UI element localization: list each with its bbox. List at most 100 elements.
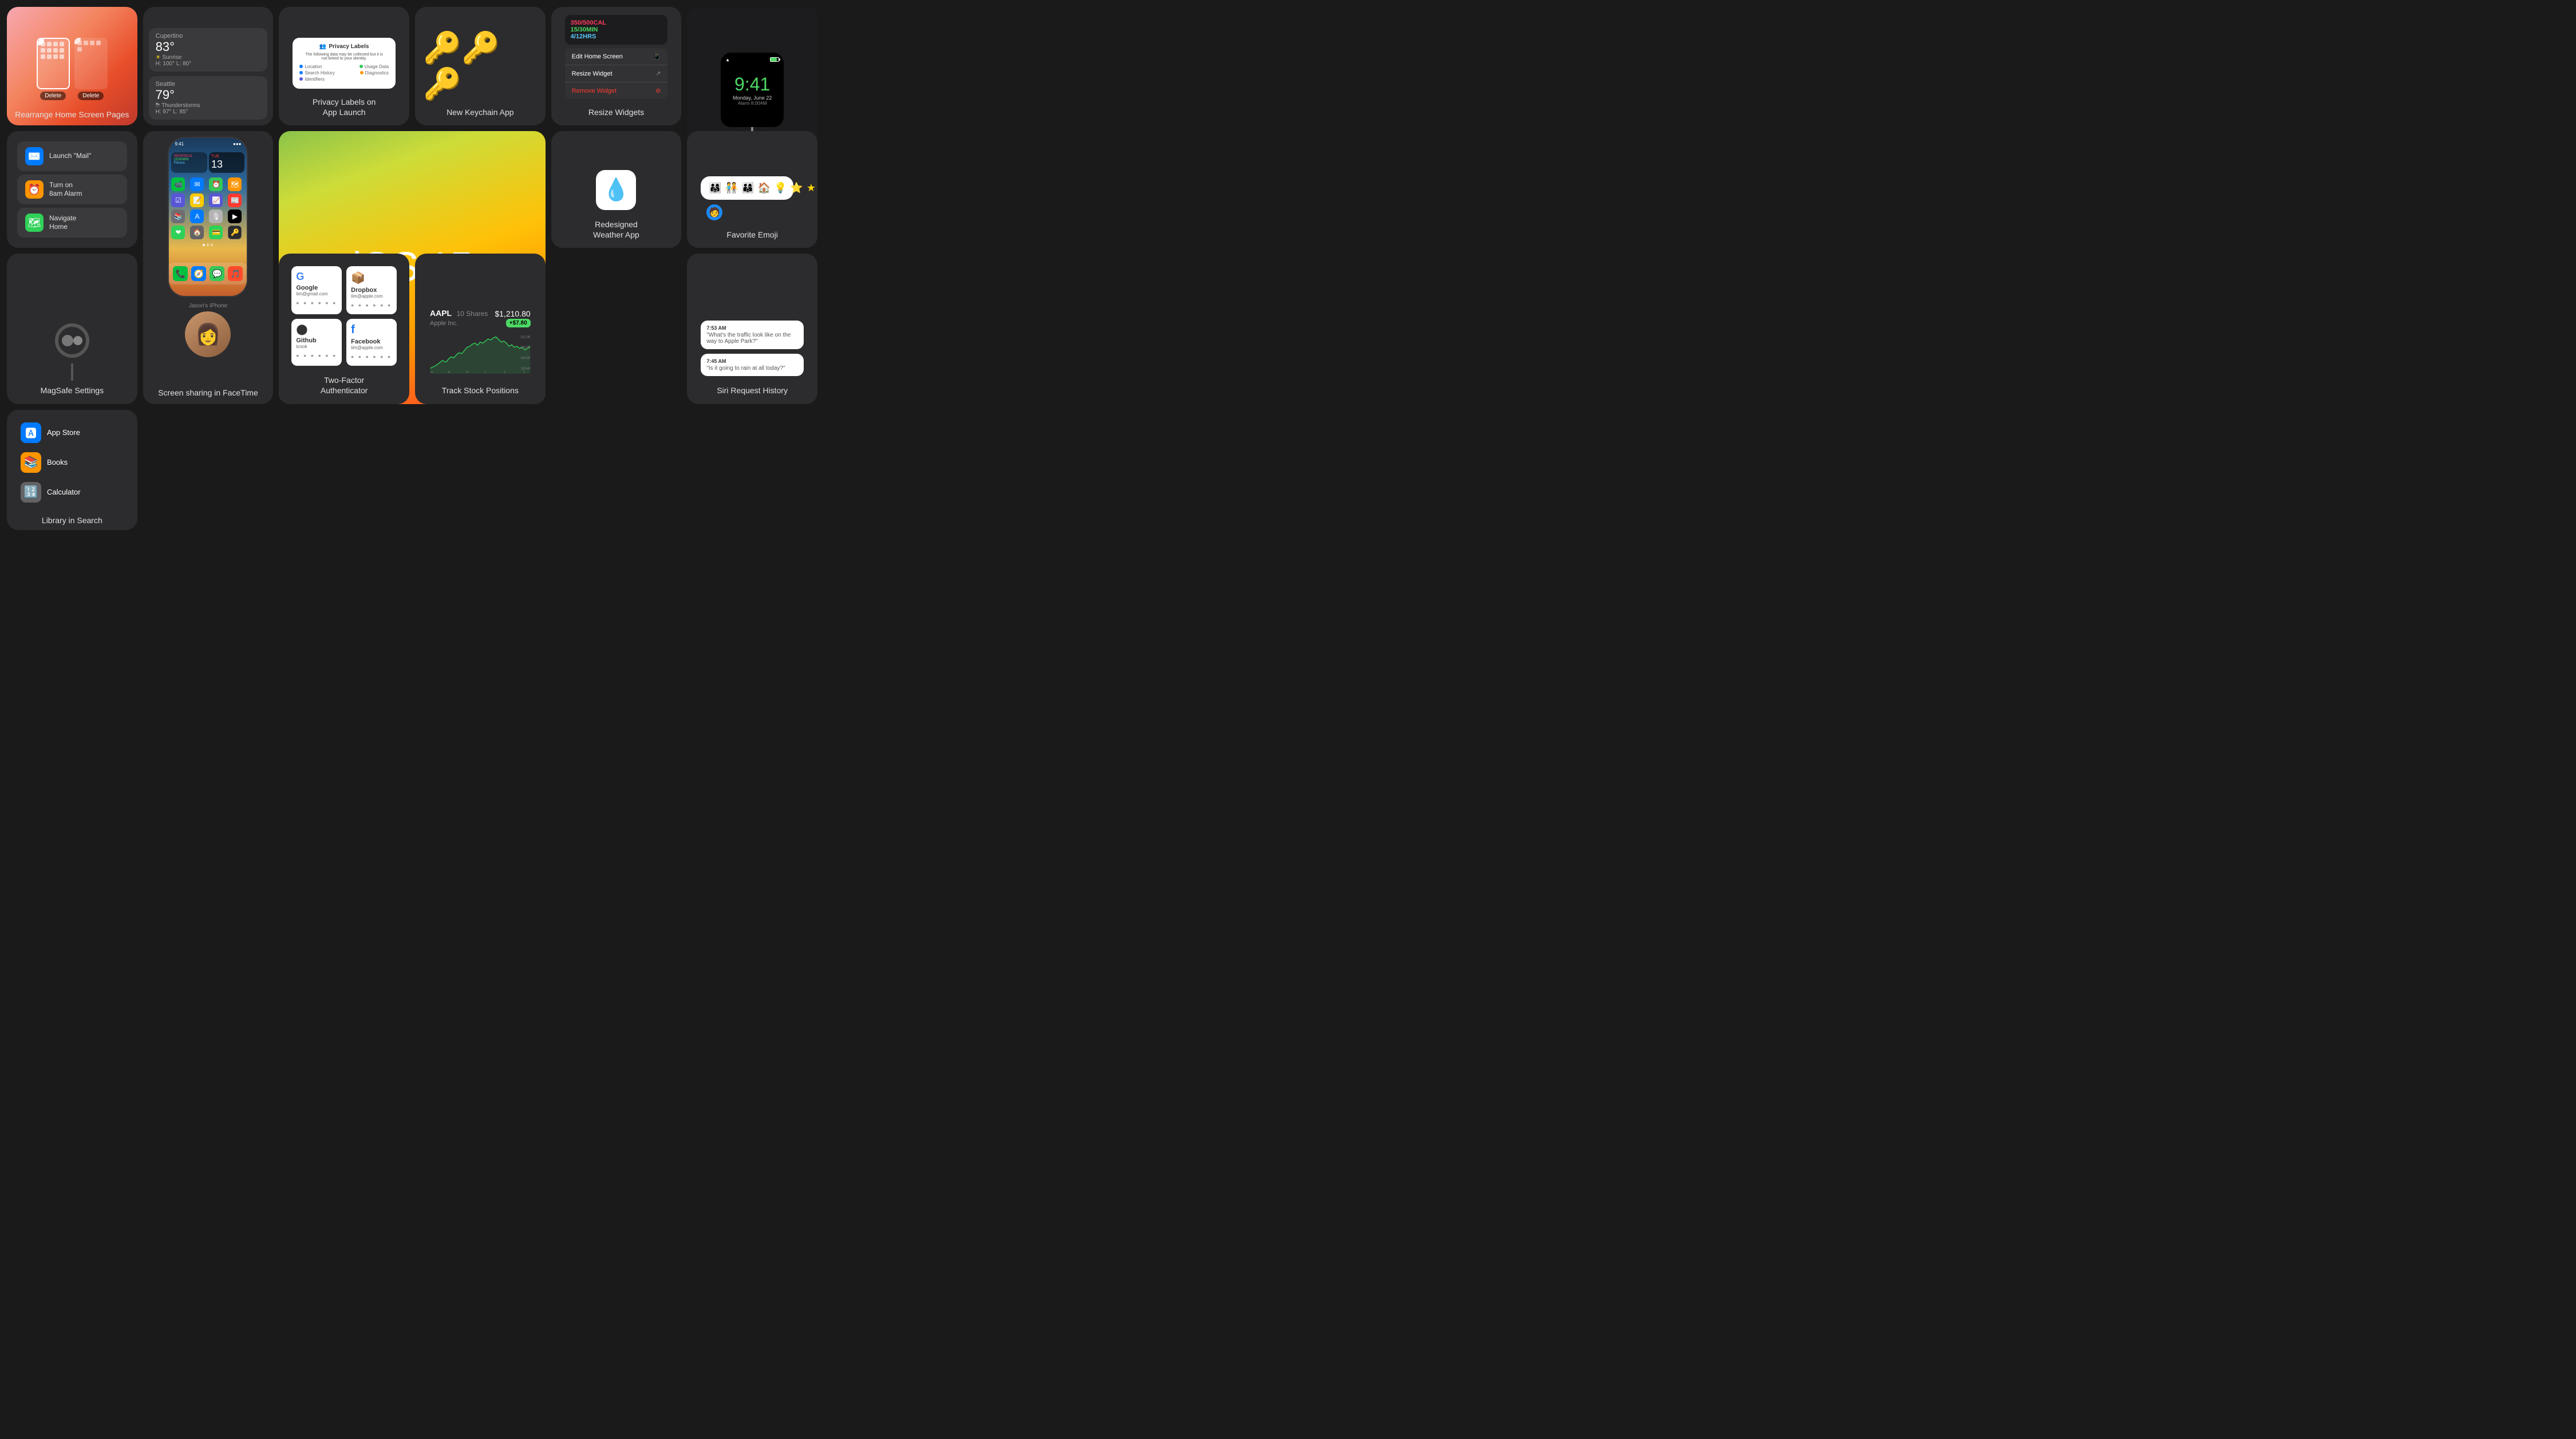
- watch-alarm: Alarm 8:00AM: [738, 101, 767, 106]
- watch-date: Monday, June 22: [733, 95, 772, 101]
- stock-row-1: AAPL 10 Shares $1,210.80: [430, 309, 531, 319]
- wifi-icon: ▲: [725, 57, 730, 62]
- resize-title: Resize Widgets: [588, 107, 644, 117]
- mini-screen-2: ✓: [74, 38, 108, 89]
- keychain-title: New Keychain App: [447, 107, 514, 117]
- wallet-icon: 💳: [209, 226, 223, 239]
- stock-chart-svg: 121.08 120.55 120.02 119.49 10 11 12 1 2…: [428, 330, 533, 375]
- phone-time: 9:41: [175, 141, 184, 147]
- resize-card: 350/500CAL 15/30MIN 4/12HRS Edit Home Sc…: [551, 7, 682, 125]
- calendar-widget: TUE 13: [209, 152, 245, 173]
- stock-price-text: $1,210.80: [495, 309, 530, 318]
- stock-x5: 2: [504, 370, 505, 373]
- keychain-icon: 🔑🔑🔑: [423, 30, 538, 102]
- activity-widget: 350/500CAL 15/30MIN Fitness: [171, 152, 207, 173]
- weather-desc-2: ⛈ Thunderstorms: [156, 102, 261, 109]
- magsafe-center: [62, 335, 73, 346]
- rearrange-title: Rearrange Home Screen Pages: [15, 109, 129, 120]
- facetime-title: Screen sharing in FaceTime: [158, 388, 258, 404]
- siri-action-alarm[interactable]: ⏰ Turn on8am Alarm: [17, 175, 127, 204]
- siri-time-2: 7:45 AM: [706, 358, 798, 364]
- weather-temp-2: 79°: [156, 88, 261, 102]
- phone-mockup: 9:41 ●●● TUE 13 350/500CAL 15/30MIN Fitn…: [168, 137, 248, 297]
- weather-redesign-title: RedesignedWeather App: [593, 219, 639, 240]
- activity-ring-widget: 350/500CAL 15/30MIN 4/12HRS: [565, 15, 668, 45]
- stock-chart: 121.08 120.55 120.02 119.49 10 11 12 1 2…: [423, 327, 538, 381]
- siri-action-navigate[interactable]: 🗺 NavigateHome: [17, 208, 127, 238]
- privacy-card: 👥 Privacy Labels The following data may …: [279, 7, 409, 125]
- library-item-appstore[interactable]: 🅰 App Store: [16, 419, 128, 446]
- device-name: Jason's iPhone: [189, 303, 228, 309]
- github-code: • • • • • •: [296, 351, 337, 360]
- reminders-icon: ☑: [171, 193, 185, 207]
- weather-desc-1: ☀ Sunrise: [156, 54, 261, 61]
- weather-city-1: Cupertino: [156, 33, 261, 39]
- facebook-code: • • • • • •: [351, 352, 392, 361]
- delete-label-1[interactable]: Delete: [40, 92, 66, 100]
- rearrange-content: ✓ Delete ✓ Delete: [13, 38, 132, 105]
- dropbox-code: • • • • • •: [351, 301, 392, 310]
- facetime-content: 9:41 ●●● TUE 13 350/500CAL 15/30MIN Fitn…: [143, 131, 274, 383]
- news-icon: 📰: [228, 193, 242, 207]
- emoji-bubble: 👨‍👩‍👧 🧑‍🤝‍🧑 👨‍👩‍👦 🏠 💡 ⭐ ★: [701, 176, 793, 200]
- ctx-remove[interactable]: Remove Widget ⊖: [565, 82, 668, 99]
- library-item-calculator[interactable]: 🔢 Calculator: [16, 479, 128, 506]
- privacy-title: Privacy Labels onApp Launch: [313, 97, 376, 117]
- weather-tiles: Cupertino 83° ☀ Sunrise H: 100° L: 80° S…: [149, 28, 268, 120]
- siri-action-alarm-label: Turn on8am Alarm: [49, 181, 82, 199]
- maps-icon: 🗺: [25, 214, 44, 232]
- google-email: tim@gmail.com: [296, 291, 337, 297]
- drop-icon: 💧: [603, 177, 630, 203]
- calories-text: 350/500CAL: [571, 19, 606, 26]
- stock-company: Apple Inc.: [430, 320, 458, 327]
- maps-app-icon: 🗺: [228, 177, 242, 191]
- keychain-card: 🔑🔑🔑 New Keychain App: [415, 7, 546, 125]
- appstore-lib-label: App Store: [47, 428, 80, 437]
- mail-app-icon: ✉: [190, 177, 204, 191]
- privacy-row-3: Identifiers: [299, 77, 389, 82]
- privacy-modal-title: 👥 Privacy Labels: [299, 44, 389, 50]
- stock-shares-text: 10 Shares: [457, 310, 488, 318]
- delete-label-2[interactable]: Delete: [78, 92, 104, 100]
- siri-messages: 7:53 AM "What's the traffic look like on…: [695, 316, 809, 381]
- facetime-card: 9:41 ●●● TUE 13 350/500CAL 15/30MIN Fitn…: [143, 131, 274, 404]
- tv-icon: ▶: [228, 209, 242, 223]
- weather-tile-2: Seattle 79° ⛈ Thunderstorms H: 97° L: 85…: [149, 76, 268, 120]
- github-email: tcook: [296, 344, 337, 349]
- appstore-lib-icon: 🅰: [21, 422, 41, 443]
- weather-icon-sun: ☀: [156, 54, 161, 61]
- facebook-logo: f: [351, 323, 392, 337]
- siri-action-mail[interactable]: ✉️ Launch "Mail": [17, 141, 127, 171]
- tfa-grid: G Google tim@gmail.com • • • • • • 📦 Dro…: [287, 262, 401, 370]
- phone-dock: 📞 🧭 💬 🎵: [168, 263, 248, 284]
- library-title: Library in Search: [42, 515, 102, 525]
- library-item-books[interactable]: 📚 Books: [16, 449, 128, 476]
- ctx-resize[interactable]: Resize Widget ↗: [565, 65, 668, 82]
- person-photo: 👩: [185, 311, 231, 357]
- minutes-text: 15/30MIN: [571, 26, 598, 33]
- siri-time-1: 7:53 AM: [706, 325, 798, 331]
- siri-msg-2: 7:45 AM "Is it going to rain at all toda…: [701, 354, 804, 376]
- dropbox-logo: 📦: [351, 271, 392, 285]
- weather-app-icon: 💧: [596, 170, 636, 210]
- stock-symbol-label: AAPL 10 Shares: [430, 309, 488, 319]
- facetime-app-icon: 📹: [171, 177, 185, 191]
- dock-messages: 💬: [210, 266, 224, 281]
- stock-x4: 1: [484, 370, 486, 373]
- weather-temp-1: 83°: [156, 39, 261, 54]
- siri-history-title: Siri Request History: [717, 385, 788, 396]
- weather-tile-1: Cupertino 83° ☀ Sunrise H: 100° L: 80°: [149, 28, 268, 72]
- stock-row-2: Apple Inc. +$7.80: [430, 319, 531, 327]
- stock-symbol-text: AAPL: [430, 309, 452, 318]
- health-icon: ❤: [171, 226, 185, 239]
- clock-app-icon: ⏰: [209, 177, 223, 191]
- emoji-6: ⭐: [790, 182, 803, 194]
- stock-y3: 120.02: [520, 357, 530, 360]
- privacy-row-2: Search History Diagnostics: [299, 70, 389, 76]
- emoji-1: 👨‍👩‍👧: [709, 182, 721, 194]
- stock-title: Track Stock Positions: [442, 385, 519, 396]
- privacy-row-1: Location Usage Data: [299, 64, 389, 69]
- ctx-edit[interactable]: Edit Home Screen 📱: [565, 48, 668, 65]
- dropbox-service: Dropbox: [351, 287, 392, 294]
- resize-demo: 350/500CAL 15/30MIN 4/12HRS Edit Home Sc…: [565, 15, 668, 99]
